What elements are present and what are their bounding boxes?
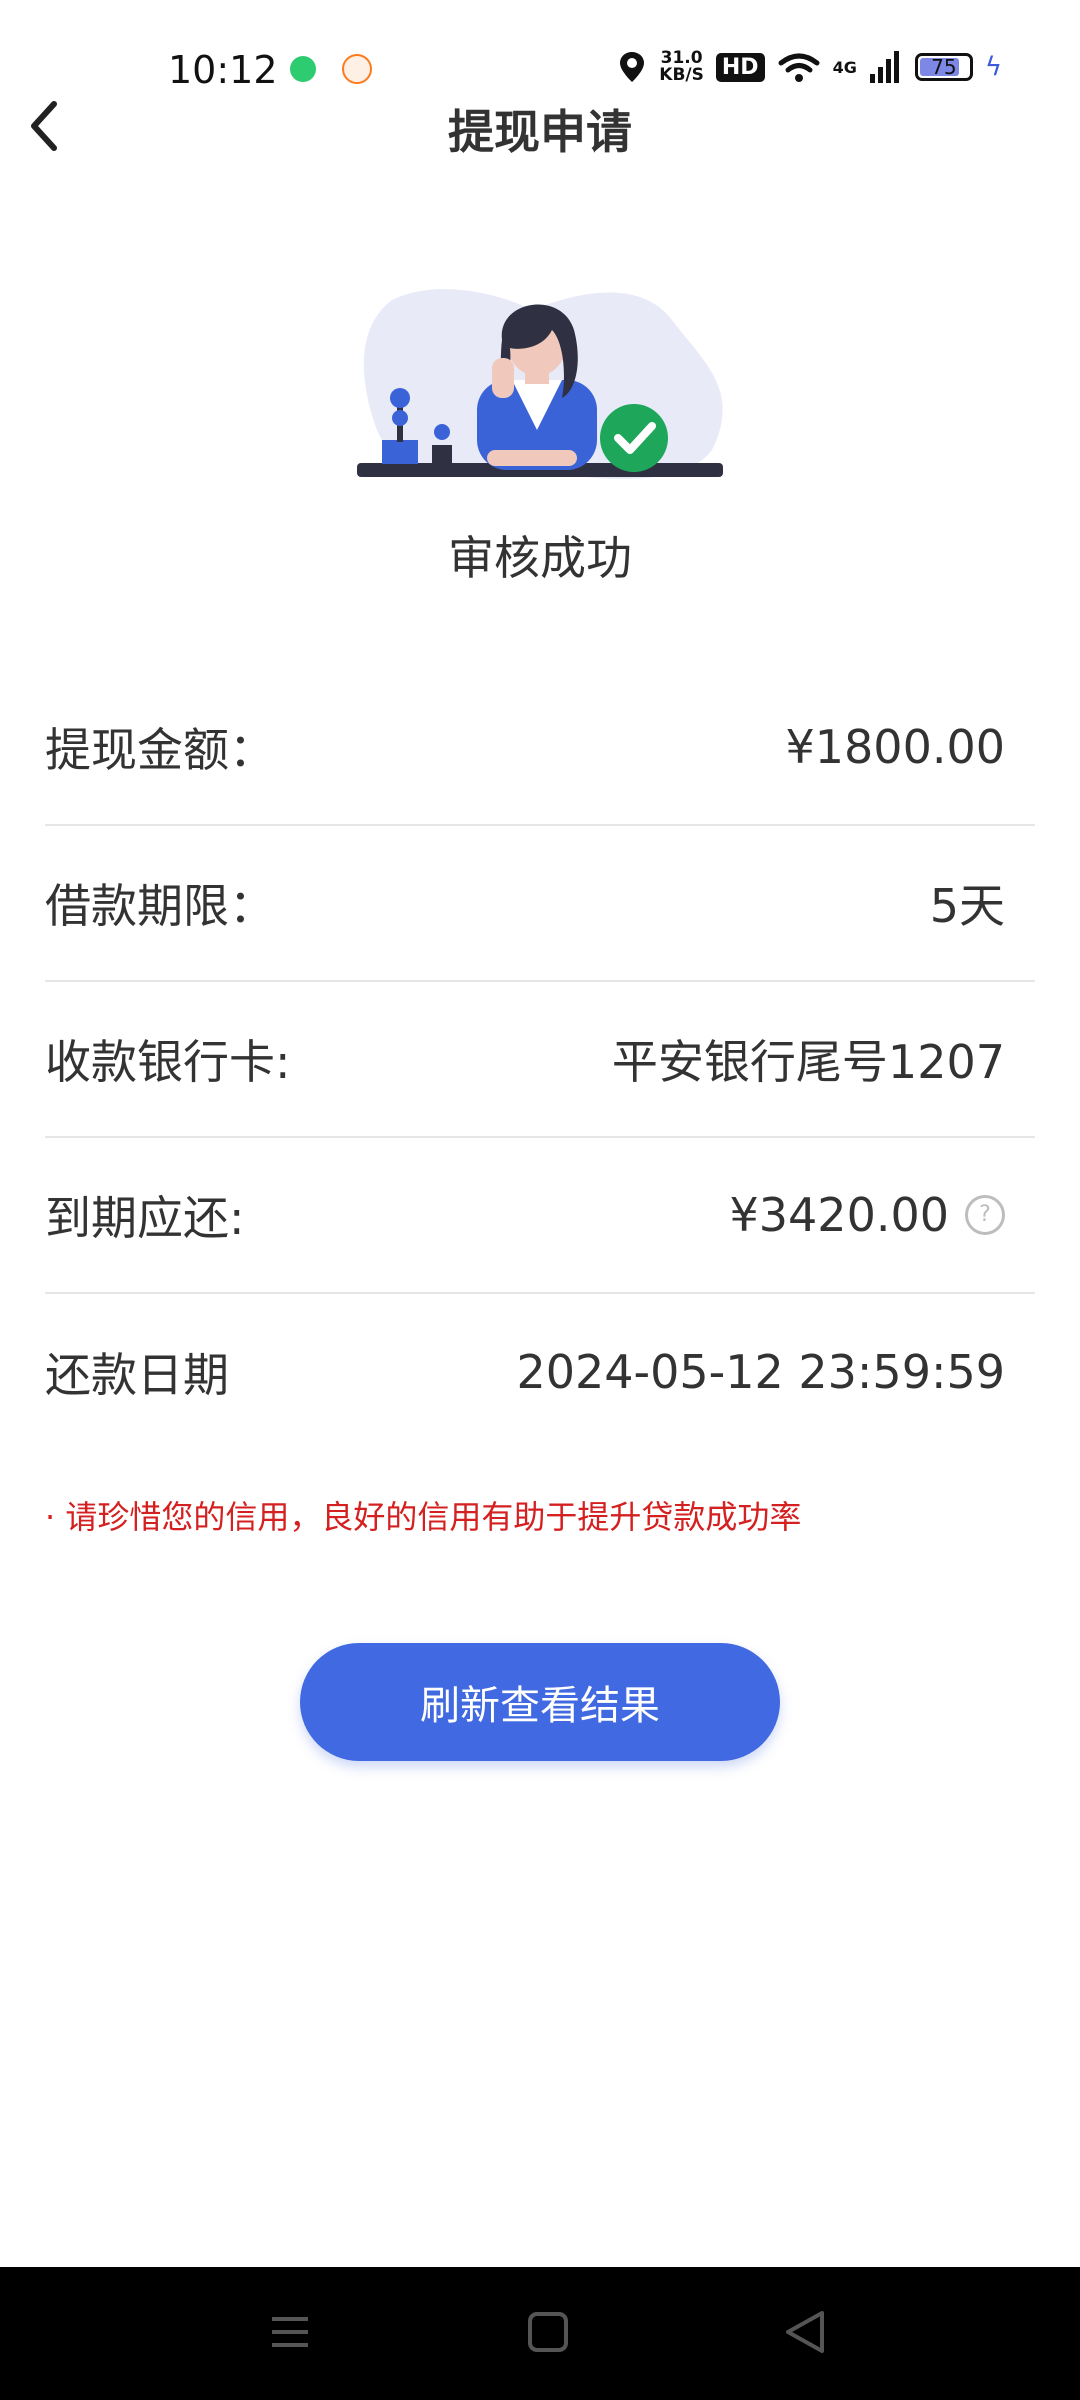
loan-term: 5天 — [929, 879, 1005, 933]
detail-label: 收款银行卡: — [45, 1035, 291, 1089]
battery-level: 75 — [931, 55, 957, 79]
signal-icon — [869, 51, 899, 83]
orange-app-icon — [342, 54, 372, 84]
detail-row-repay-date: 还款日期 2024-05-12 23:59:59 — [45, 1294, 1035, 1450]
network-type: 4G — [832, 57, 857, 77]
back-triangle-icon[interactable] — [766, 2297, 846, 2367]
help-icon[interactable]: ? — [965, 1195, 1005, 1235]
repay-date: 2024-05-12 23:59:59 — [516, 1345, 1005, 1399]
refresh-result-button[interactable]: 刷新查看结果 — [300, 1643, 780, 1761]
charging-icon: ϟ — [984, 52, 1002, 82]
home-icon[interactable] — [508, 2297, 588, 2367]
status-indicators: 31.0 KB/S HD 4G 75 ϟ — [617, 50, 1002, 84]
detail-label: 借款期限： — [45, 879, 275, 933]
net-speed-unit: KB/S — [659, 65, 704, 85]
page-title: 提现申请 — [448, 105, 632, 159]
detail-label: 提现金额： — [45, 723, 275, 777]
battery-icon: 75 — [914, 53, 973, 81]
menu-icon[interactable] — [250, 2297, 330, 2367]
detail-row-amount: 提现金额： ¥1800.00 — [45, 670, 1035, 826]
credit-notice: · 请珍惜您的信用，良好的信用有助于提升贷款成功率 — [45, 1498, 802, 1536]
review-success-illustration — [357, 289, 723, 479]
wifi-icon — [778, 53, 820, 82]
due-amount: ¥3420.00 — [729, 1188, 950, 1242]
detail-value: 2024-05-12 23:59:59 — [516, 1345, 1005, 1399]
bank-card: 平安银行尾号1207 — [611, 1035, 1005, 1089]
withdrawal-details: 提现金额： ¥1800.00 借款期限： 5天 收款银行卡: 平安银行尾号120… — [45, 670, 1035, 1450]
result-status: 审核成功 — [448, 531, 632, 585]
detail-value: 平安银行尾号1207 — [612, 1026, 1005, 1092]
detail-label: 到期应还: — [45, 1191, 245, 1245]
hd-badge: HD — [715, 52, 765, 82]
net-speed: 31.0 KB/S — [659, 50, 704, 84]
status-time: 10:12 — [168, 48, 278, 92]
detail-value: 5天 — [930, 870, 1005, 936]
detail-row-term: 借款期限： 5天 — [45, 826, 1035, 982]
detail-row-bank-card: 收款银行卡: 平安银行尾号1207 — [45, 982, 1035, 1138]
location-icon — [620, 52, 645, 82]
system-nav-bar — [0, 2267, 1080, 2400]
detail-value: ¥1800.00 — [786, 720, 1006, 774]
check-circle-icon — [600, 404, 668, 472]
green-chat-icon — [290, 56, 316, 82]
detail-row-due-amount: 到期应还: ¥3420.00 ? — [45, 1138, 1035, 1294]
withdraw-amount: ¥1800.00 — [785, 720, 1006, 774]
detail-label: 还款日期 — [45, 1348, 229, 1402]
detail-value: ¥3420.00 ? — [729, 1188, 1005, 1242]
